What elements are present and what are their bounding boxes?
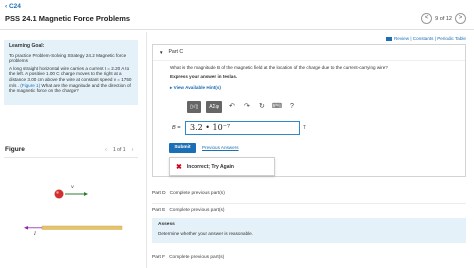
velocity-arrowhead [84,192,88,196]
collapse-triangle-icon[interactable]: ▼ [159,50,163,55]
assess-text: Determine whether your answer is reasona… [158,231,253,236]
feedback-text: Incorrect; Try Again [186,163,234,170]
charge-highlight [56,191,59,194]
current-arrowhead [24,226,28,230]
feedback-box: ✖ Incorrect; Try Again [169,157,275,176]
error-x-icon: ✖ [176,163,182,171]
figure-nav-text: 1 of 1 [113,147,126,153]
figure-diagram: v I [24,184,123,237]
back-link[interactable]: ‹ C24 [5,3,21,10]
pager-text: 9 of 12 [435,15,452,22]
header-divider [0,29,474,30]
figure-nav: ‹ 1 of 1 › [102,146,137,154]
figure-next-button[interactable]: › [129,146,137,154]
previous-answers-link[interactable]: Previous Answers [202,145,239,150]
figure-link[interactable]: (Figure 1) [20,83,40,88]
column-divider [146,32,147,268]
part-c-instruction: Express your answer in teslas. [170,74,238,79]
part-e-row[interactable]: Part E Complete previous part(s) [152,208,225,213]
figure-prev-button[interactable]: ‹ [102,146,110,154]
wire [41,225,123,230]
part-c-label: Part C [168,49,184,55]
part-d-row[interactable]: Part D Complete previous part(s) [152,191,225,196]
greek-symbols-button[interactable]: ΑΣφ [206,101,222,113]
templates-button[interactable]: ▯√▯ [187,101,202,113]
next-item-button[interactable]: > [455,13,466,24]
current-label: I [33,231,37,237]
velocity-label: v [71,184,74,190]
learning-goal-panel: Learning Goal: To practice Problem-Solvi… [4,40,138,105]
part-e-label: Part E [152,208,166,213]
page-title: PSS 24.1 Magnetic Force Problems [5,14,131,23]
learning-goal-title: Learning Goal: [9,43,45,49]
undo-icon[interactable]: ↶ [227,101,237,113]
view-hints-link[interactable]: ▸ View Available Hint(s) [170,85,221,91]
review-links[interactable]: Review | Constants | Periodic Table [385,36,466,41]
assess-panel: Assess Determine whether your answer is … [152,218,466,243]
prev-item-button[interactable]: < [421,13,433,24]
part-f-row[interactable]: Part F Complete previous part(s) [152,255,224,260]
figure-title: Figure [5,146,25,153]
answer-unit: T [303,125,307,131]
learning-goal-text: To practice Problem-Solving Strategy 24.… [9,52,127,64]
view-hints-label[interactable]: View Available Hint(s) [174,85,221,90]
part-d-status: Complete previous part(s) [169,191,225,196]
submit-button[interactable]: Submit [169,143,196,153]
pager: < 9 of 12 > [421,13,466,24]
reset-icon[interactable]: ↻ [257,101,267,113]
assess-title: Assess [158,222,175,227]
part-f-label: Part F [152,255,166,260]
part-c-divider [153,60,465,61]
figure-divider [4,157,138,158]
problem-statement: A long straight horizontal wire carries … [9,66,133,94]
review-icon [385,36,392,41]
charge-dot [54,189,64,199]
help-icon[interactable]: ? [287,101,297,113]
part-c-header[interactable]: ▼ Part C [159,49,183,55]
part-d-label: Part D [152,191,166,196]
redo-icon[interactable]: ↷ [242,101,252,113]
math-toolbar: ▯√▯ ΑΣφ ↶ ↷ ↻ ⌨ ? [187,101,297,113]
back-link-label[interactable]: C24 [9,3,21,10]
part-e-status: Complete previous part(s) [169,208,225,213]
part-d-divider [152,203,466,204]
keyboard-icon[interactable]: ⌨ [272,101,282,113]
part-c-question: What is the magnitude B of the magnetic … [170,65,388,70]
part-f-status: Complete previous part(s) [169,255,225,260]
review-links-label[interactable]: Review | Constants | Periodic Table [394,36,466,41]
answer-label: B = [172,125,181,131]
answer-input[interactable]: 3.2 • 10⁻⁷ [185,121,300,135]
